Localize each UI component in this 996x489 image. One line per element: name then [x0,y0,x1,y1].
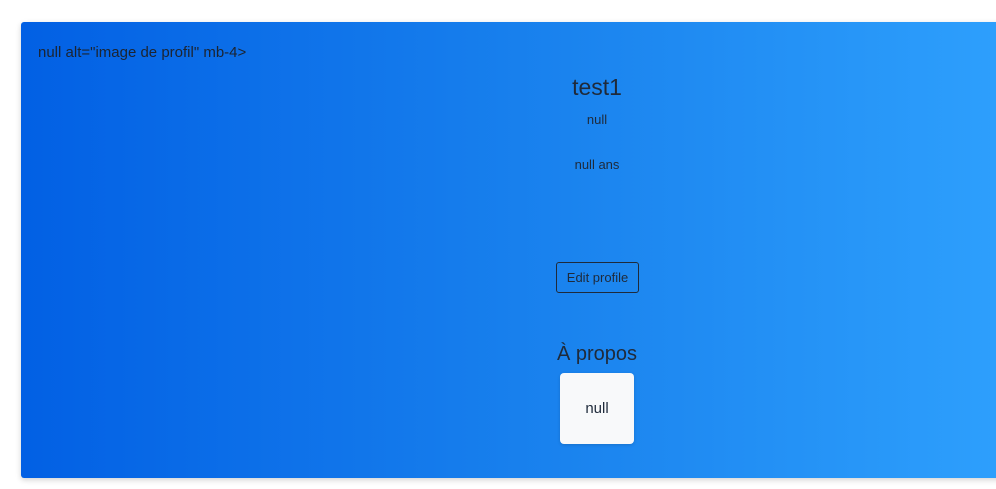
profile-image-broken-text: null alt="image de profil" mb-4> [38,44,247,61]
edit-profile-button[interactable]: Edit profile [556,262,639,293]
about-heading: À propos [556,343,638,365]
profile-age: null ans [574,157,620,172]
profile-username: test1 [572,74,622,100]
about-content-box: null [560,373,634,444]
profile-card: null alt="image de profil" mb-4> test1 n… [21,22,996,478]
profile-info-line: null [586,112,608,127]
about-content-text: null [585,400,609,417]
